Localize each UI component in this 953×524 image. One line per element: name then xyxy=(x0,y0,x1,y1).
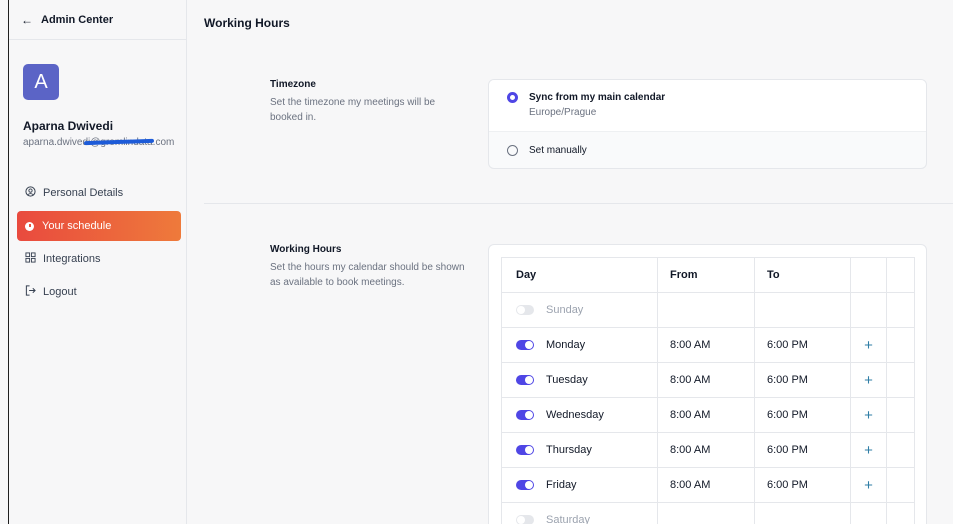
table-row: Thursday 8:00 AM 6:00 PM + xyxy=(501,432,915,468)
arrow-left-icon: ← xyxy=(21,12,33,27)
add-interval-button[interactable]: + xyxy=(850,432,887,468)
section-divider xyxy=(204,203,953,204)
day-name: Friday xyxy=(546,479,577,491)
empty-cell xyxy=(886,397,915,433)
day-toggle[interactable] xyxy=(516,480,534,491)
day-cell: Thursday xyxy=(501,432,658,468)
empty-cell xyxy=(886,502,915,524)
day-cell: Wednesday xyxy=(501,397,658,433)
from-cell xyxy=(657,292,755,328)
nav-label: Integrations xyxy=(43,253,101,265)
radio-selected-icon[interactable] xyxy=(507,92,518,103)
empty-cell xyxy=(886,327,915,363)
nav-label: Your schedule xyxy=(42,220,112,232)
nav-integrations[interactable]: Integrations xyxy=(17,244,181,274)
option-label: Set manually xyxy=(529,145,587,156)
from-time[interactable]: 8:00 AM xyxy=(657,362,755,398)
from-time[interactable]: 8:00 AM xyxy=(657,327,755,363)
from-time[interactable]: 8:00 AM xyxy=(657,397,755,433)
grid-icon xyxy=(23,252,37,266)
day-name: Wednesday xyxy=(546,409,604,421)
table-row: Tuesday 8:00 AM 6:00 PM + xyxy=(501,362,915,398)
day-name: Thursday xyxy=(546,444,592,456)
option-sublabel: Europe/Prague xyxy=(529,107,597,118)
header-empty xyxy=(886,257,915,293)
table-row: Saturday xyxy=(501,502,915,524)
nav-your-schedule[interactable]: Your schedule xyxy=(17,211,181,241)
header-day: Day xyxy=(501,257,658,293)
from-time[interactable]: 8:00 AM xyxy=(657,432,755,468)
empty-cell xyxy=(886,432,915,468)
to-time[interactable]: 6:00 PM xyxy=(754,362,851,398)
day-toggle[interactable] xyxy=(516,445,534,456)
day-name: Sunday xyxy=(546,304,584,316)
empty-cell xyxy=(886,362,915,398)
empty-cell xyxy=(850,292,887,328)
table-row: Sunday xyxy=(501,292,915,328)
nav-personal-details[interactable]: Personal Details xyxy=(17,178,181,208)
working-hours-table: Day From To Sunday Monday 8:00 AM 6:00 P… xyxy=(501,257,915,524)
day-cell: Tuesday xyxy=(501,362,658,398)
day-name: Saturday xyxy=(546,514,591,524)
to-time[interactable]: 6:00 PM xyxy=(754,432,851,468)
to-cell xyxy=(754,292,851,328)
table-row: Monday 8:00 AM 6:00 PM + xyxy=(501,327,915,363)
header-from: From xyxy=(657,257,755,293)
day-cell: Monday xyxy=(501,327,658,363)
empty-cell xyxy=(886,292,915,328)
day-toggle[interactable] xyxy=(516,305,534,316)
table-header-row: Day From To xyxy=(501,257,915,293)
logout-icon xyxy=(23,285,37,299)
add-interval-button[interactable]: + xyxy=(850,467,887,503)
back-label: Admin Center xyxy=(41,13,114,26)
empty-cell xyxy=(850,502,887,524)
sidebar: ← Admin Center A Aparna Dwivedi aparna.d… xyxy=(9,0,187,524)
day-cell: Saturday xyxy=(501,502,658,524)
user-name: Aparna Dwivedi xyxy=(23,119,114,133)
clock-icon xyxy=(25,221,34,231)
day-toggle[interactable] xyxy=(516,515,534,524)
timezone-option-sync[interactable]: Sync from my main calendar Europe/Prague xyxy=(489,80,926,132)
day-cell: Sunday xyxy=(501,292,658,328)
nav-label: Personal Details xyxy=(43,187,124,199)
nav-label: Logout xyxy=(43,286,77,298)
timezone-card: Sync from my main calendar Europe/Prague… xyxy=(488,79,927,169)
to-cell xyxy=(754,502,851,524)
timezone-desc: Set the timezone my meetings will be boo… xyxy=(270,97,436,123)
working-hours-card: Day From To Sunday Monday 8:00 AM 6:00 P… xyxy=(488,244,927,524)
day-cell: Friday xyxy=(501,467,658,503)
radio-unselected-icon[interactable] xyxy=(507,145,518,156)
table-row: Friday 8:00 AM 6:00 PM + xyxy=(501,467,915,503)
day-toggle[interactable] xyxy=(516,410,534,421)
day-name: Tuesday xyxy=(546,374,588,386)
working-hours-desc: Set the hours my calendar should be show… xyxy=(270,262,465,288)
avatar: A xyxy=(23,64,59,100)
to-time[interactable]: 6:00 PM xyxy=(754,327,851,363)
timezone-title: Timezone xyxy=(270,79,316,90)
to-time[interactable]: 6:00 PM xyxy=(754,397,851,433)
from-time[interactable]: 8:00 AM xyxy=(657,467,755,503)
from-cell xyxy=(657,502,755,524)
timezone-option-manual[interactable]: Set manually xyxy=(489,132,926,168)
day-name: Monday xyxy=(546,339,586,351)
page-title: Working Hours xyxy=(204,16,290,30)
nav-logout[interactable]: Logout xyxy=(17,277,181,307)
table-row: Wednesday 8:00 AM 6:00 PM + xyxy=(501,397,915,433)
add-interval-button[interactable]: + xyxy=(850,397,887,433)
back-to-admin-link[interactable]: ← Admin Center xyxy=(9,0,186,40)
header-empty xyxy=(850,257,887,293)
user-circle-icon xyxy=(23,186,37,200)
option-label: Sync from my main calendar xyxy=(529,92,666,103)
to-time[interactable]: 6:00 PM xyxy=(754,467,851,503)
day-toggle[interactable] xyxy=(516,375,534,386)
empty-cell xyxy=(886,467,915,503)
add-interval-button[interactable]: + xyxy=(850,362,887,398)
add-interval-button[interactable]: + xyxy=(850,327,887,363)
day-toggle[interactable] xyxy=(516,340,534,351)
working-hours-title: Working Hours xyxy=(270,244,342,255)
header-to: To xyxy=(754,257,851,293)
